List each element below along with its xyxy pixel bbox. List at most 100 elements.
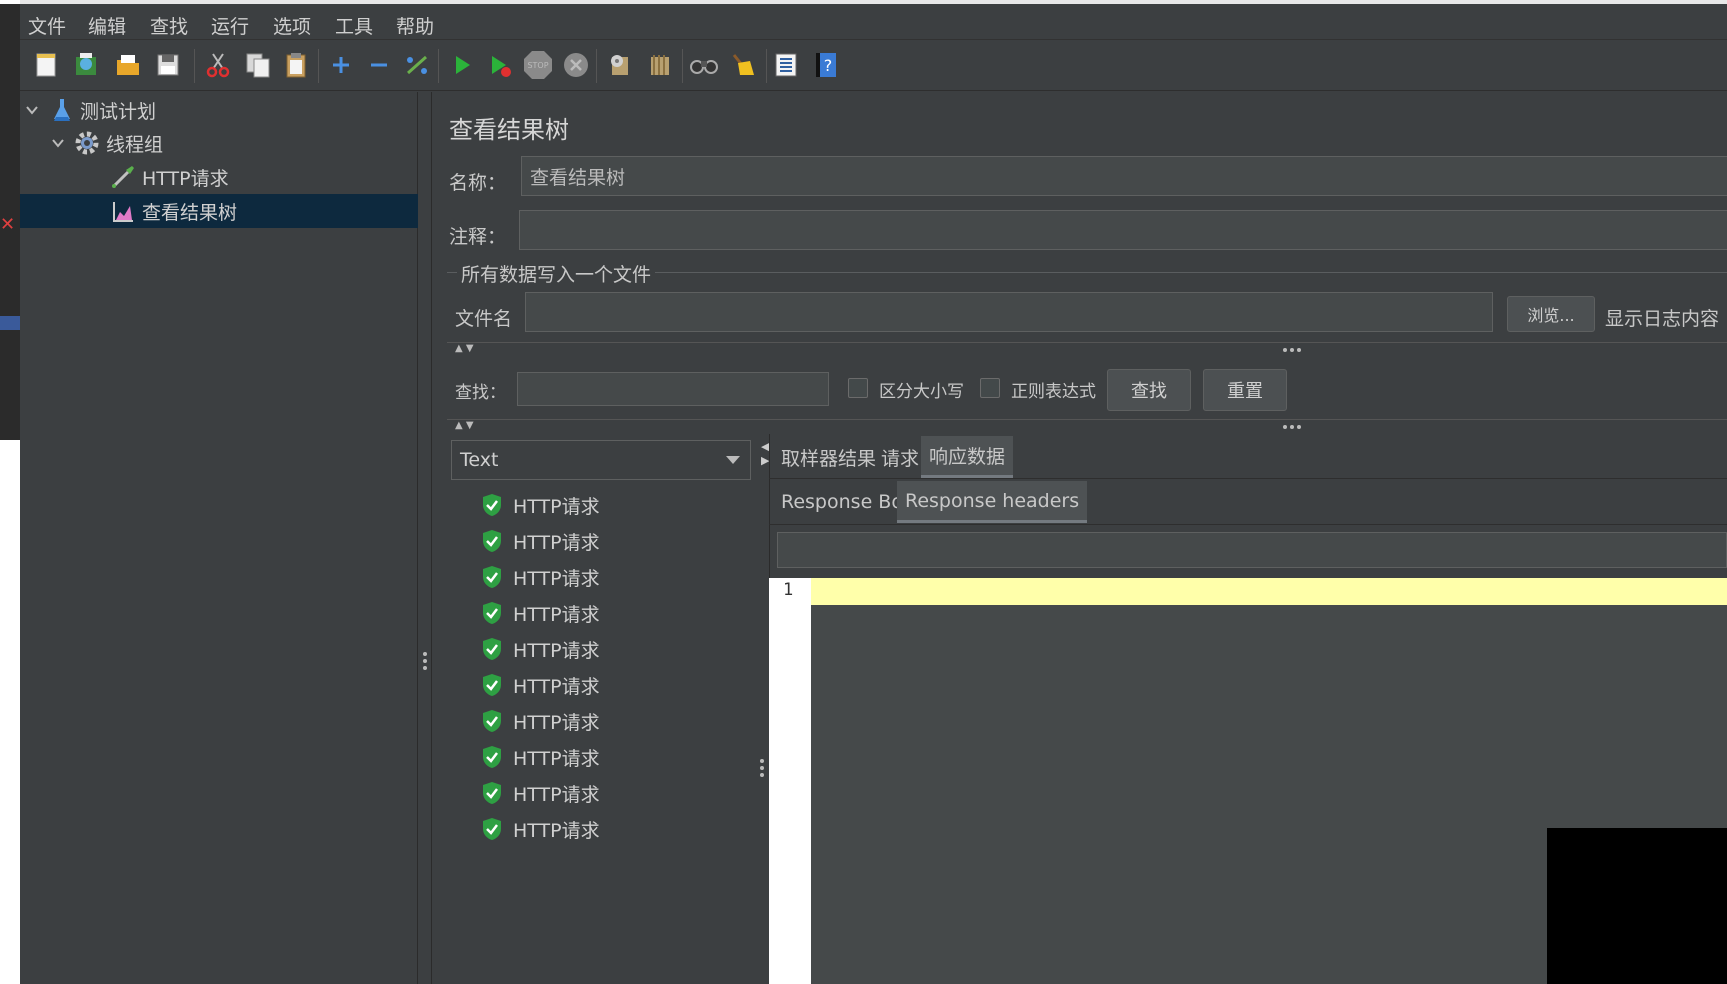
menu-edit[interactable]: 编辑 <box>88 12 126 39</box>
page-title: 查看结果树 <box>449 116 569 144</box>
flask-icon <box>54 99 70 121</box>
view-results-tree-panel: 查看结果树 名称： 查看结果树 注释： 所有数据写入一个文件 文件名 浏览...… <box>433 92 1727 984</box>
result-item[interactable]: HTTP请求 <box>481 596 600 630</box>
shutdown-icon[interactable] <box>560 49 592 81</box>
headers-search-field[interactable] <box>777 532 1727 568</box>
tab-sampler-result[interactable]: 取样器结果 <box>773 436 884 478</box>
collapse-icon[interactable] <box>363 49 395 81</box>
result-item[interactable]: HTTP请求 <box>481 740 600 774</box>
result-item[interactable]: HTTP请求 <box>481 524 600 558</box>
tree-node-thread-group[interactable]: 线程组 <box>52 126 416 160</box>
result-item-label: HTTP请求 <box>513 567 600 590</box>
menu-bar: 文件 编辑 查找 运行 选项 工具 帮助 <box>20 4 1727 40</box>
templates-icon[interactable] <box>70 49 102 81</box>
result-item-label: HTTP请求 <box>513 747 600 770</box>
result-item[interactable]: HTTP请求 <box>481 668 600 702</box>
pipette-icon <box>112 166 134 188</box>
tree-node-http-request[interactable]: HTTP请求 <box>110 160 416 194</box>
success-shield-icon <box>483 782 501 804</box>
result-item[interactable]: HTTP请求 <box>481 812 600 846</box>
save-icon[interactable] <box>152 49 184 81</box>
open-icon[interactable] <box>112 49 144 81</box>
line-gutter: 1 <box>769 578 811 984</box>
result-item[interactable]: HTTP请求 <box>481 632 600 666</box>
result-item[interactable]: HTTP请求 <box>481 488 600 522</box>
comment-field[interactable] <box>519 210 1727 250</box>
result-item-label: HTTP请求 <box>513 495 600 518</box>
drag-handle-icon[interactable] <box>1283 425 1301 429</box>
menu-run[interactable]: 运行 <box>211 12 249 39</box>
split-arrows-icon[interactable]: ▲ ▼ <box>455 343 474 354</box>
tree-node-view-results-tree[interactable]: 查看结果树 <box>20 194 418 228</box>
result-item[interactable]: HTTP请求 <box>481 560 600 594</box>
search-icon[interactable] <box>688 49 720 81</box>
success-shield-icon <box>483 530 501 552</box>
chevron-down-icon[interactable] <box>52 137 64 149</box>
regex-checkbox[interactable] <box>980 378 1000 398</box>
result-item[interactable]: HTTP请求 <box>481 704 600 738</box>
split-arrows-icon[interactable]: ▲ ▼ <box>455 420 474 431</box>
chart-icon <box>113 202 133 222</box>
menu-help[interactable]: 帮助 <box>396 12 434 39</box>
tab-response-headers[interactable]: Response headers <box>897 481 1088 523</box>
log-content-label: 显示日志内容 <box>1605 308 1720 330</box>
result-item-label: HTTP请求 <box>513 783 600 806</box>
case-sensitive-checkbox[interactable] <box>848 378 868 398</box>
renderer-select[interactable]: Text <box>451 440 751 480</box>
success-shield-icon <box>483 818 501 840</box>
result-item-label: HTTP请求 <box>513 675 600 698</box>
new-icon[interactable] <box>30 49 62 81</box>
help-icon[interactable]: ? <box>810 49 842 81</box>
expand-icon[interactable] <box>325 49 357 81</box>
success-shield-icon <box>483 674 501 696</box>
find-button[interactable]: 查找 <box>1107 369 1191 411</box>
gear-icon <box>75 131 99 155</box>
divider <box>447 342 1727 343</box>
browse-button[interactable]: 浏览... <box>1507 296 1595 332</box>
line-number: 1 <box>783 580 794 600</box>
paste-icon[interactable] <box>280 49 312 81</box>
chevron-down-icon[interactable] <box>26 104 38 116</box>
clear-all-icon[interactable] <box>644 49 676 81</box>
result-item-label: HTTP请求 <box>513 639 600 662</box>
start-no-pause-icon[interactable] <box>484 49 516 81</box>
reset-button[interactable]: 重置 <box>1203 369 1287 411</box>
case-sensitive-label: 区分大小写 <box>879 382 964 402</box>
result-item-label: HTTP请求 <box>513 711 600 734</box>
search-field[interactable] <box>517 372 829 406</box>
comment-label: 注释： <box>449 226 507 248</box>
name-label: 名称： <box>449 172 507 194</box>
cut-icon[interactable] <box>202 49 234 81</box>
clear-icon[interactable] <box>604 49 636 81</box>
current-line-highlight <box>811 578 1727 605</box>
file-name-field[interactable] <box>525 292 1493 332</box>
success-shield-icon <box>483 710 501 732</box>
reset-search-icon[interactable] <box>726 49 758 81</box>
toggle-icon[interactable] <box>401 49 433 81</box>
result-item-label: HTTP请求 <box>513 819 600 842</box>
vertical-splitter[interactable] <box>419 92 432 984</box>
tree-node-test-plan[interactable]: 测试计划 <box>26 93 416 127</box>
success-shield-icon <box>483 746 501 768</box>
name-field[interactable]: 查看结果树 <box>521 156 1727 196</box>
svg-text:?: ? <box>824 56 833 75</box>
renderer-value: Text <box>460 449 499 471</box>
copy-icon[interactable] <box>242 49 274 81</box>
tree-label: 查看结果树 <box>142 201 238 224</box>
regex-label: 正则表达式 <box>1011 382 1096 402</box>
result-item[interactable]: HTTP请求 <box>481 776 600 810</box>
tab-response-data[interactable]: 响应数据 <box>921 436 1014 478</box>
start-icon[interactable] <box>446 49 478 81</box>
menu-file[interactable]: 文件 <box>28 12 66 39</box>
result-item-label: HTTP请求 <box>513 531 600 554</box>
drag-handle-icon[interactable] <box>760 759 764 777</box>
stop-icon[interactable]: STOP <box>522 49 554 81</box>
menu-tools[interactable]: 工具 <box>335 12 373 39</box>
menu-options[interactable]: 选项 <box>273 12 311 39</box>
menu-search[interactable]: 查找 <box>150 12 188 39</box>
tree-label: 测试计划 <box>80 100 157 123</box>
function-helper-icon[interactable] <box>770 49 802 81</box>
svg-text:STOP: STOP <box>527 61 548 70</box>
tab-request[interactable]: 请求 <box>873 436 927 478</box>
drag-handle-icon[interactable] <box>1283 348 1301 352</box>
